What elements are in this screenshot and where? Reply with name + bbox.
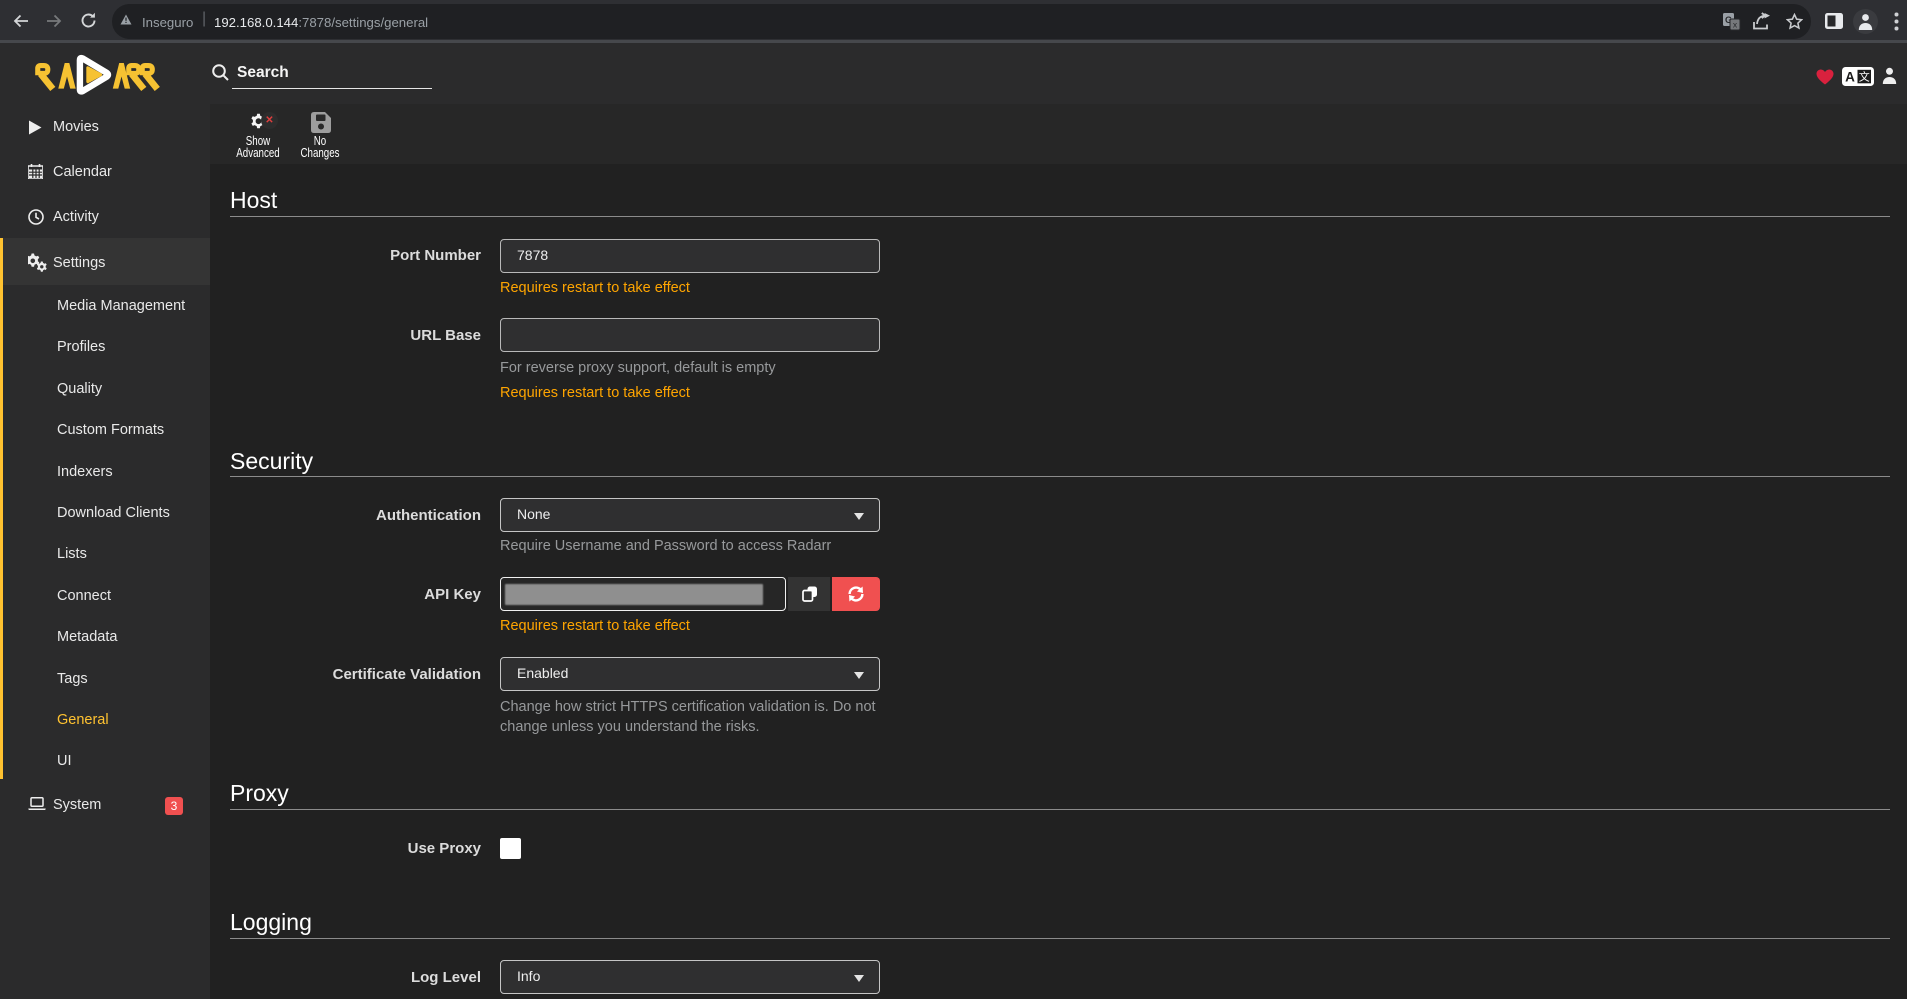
svg-text:A: A <box>1845 70 1855 85</box>
svg-text:文: 文 <box>1859 70 1870 84</box>
